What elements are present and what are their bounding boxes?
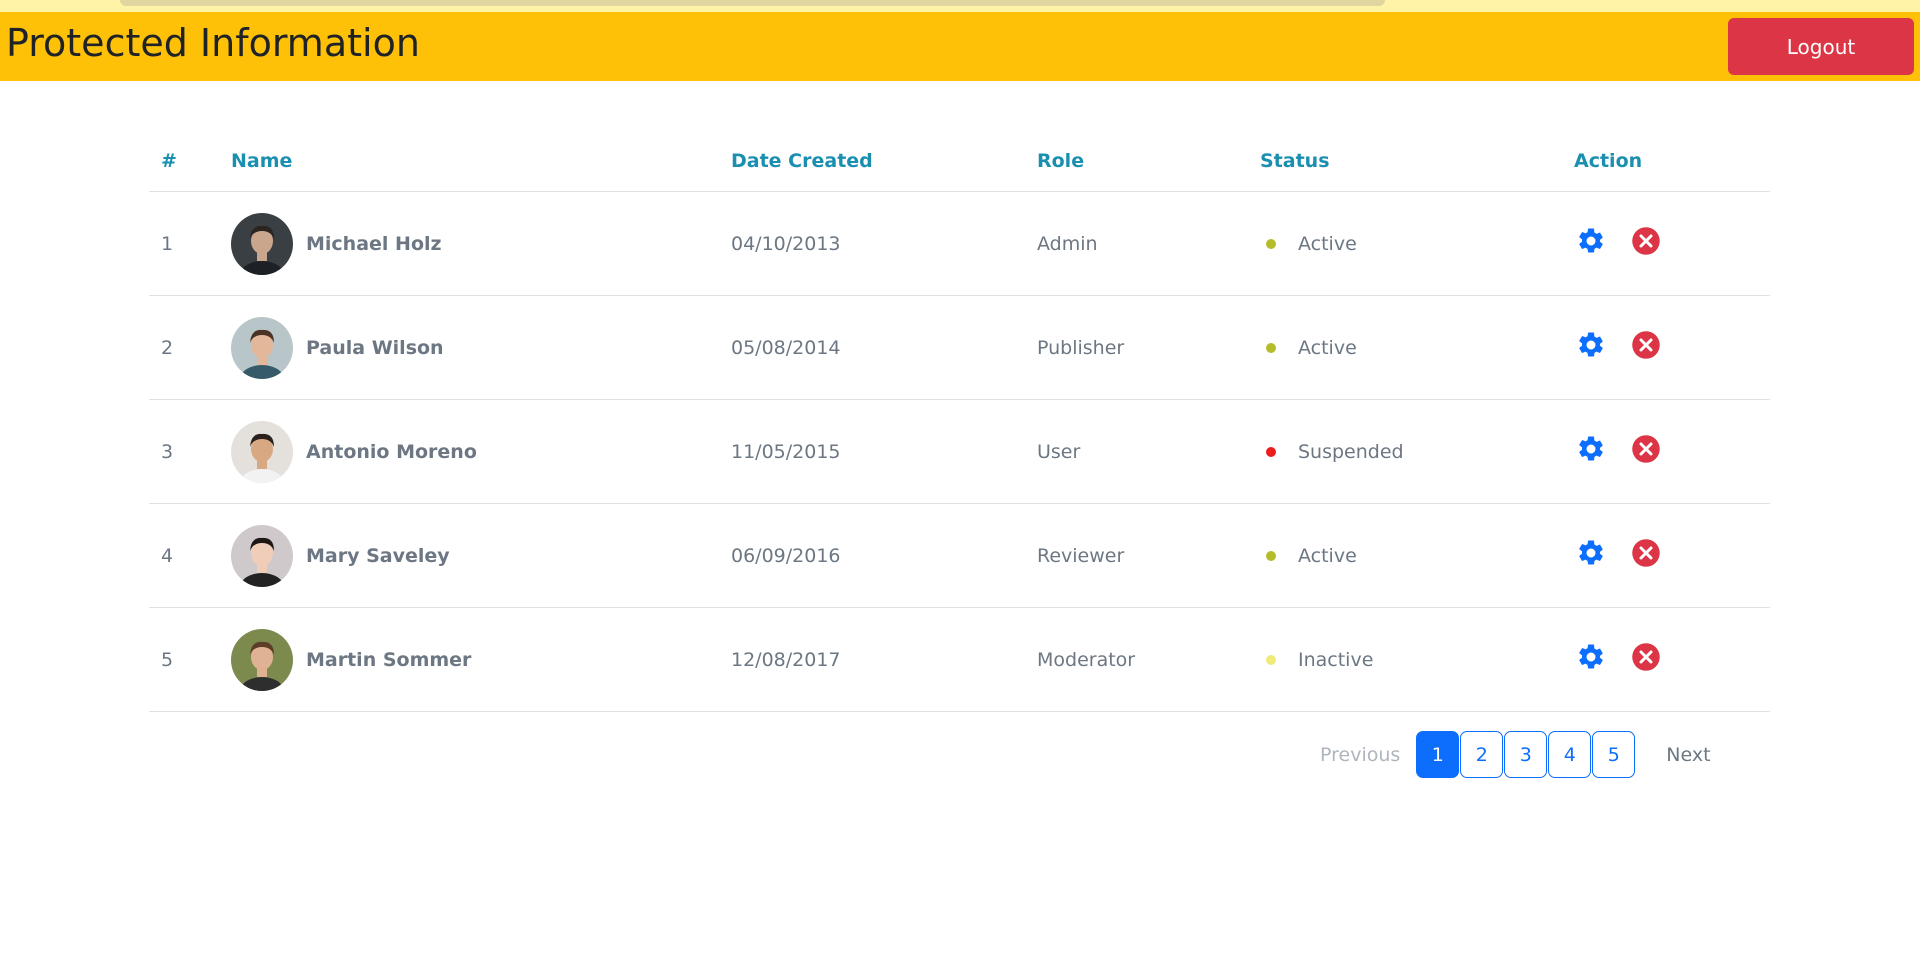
pagination: Previous 1 2 3 4 5 Next xyxy=(1320,731,1711,778)
date-created: 05/08/2014 xyxy=(719,295,1025,400)
date-created: 04/10/2013 xyxy=(719,191,1025,296)
gear-icon xyxy=(1576,538,1606,573)
role: User xyxy=(1025,399,1248,504)
user-name[interactable]: Martin Sommer xyxy=(306,649,471,671)
table-row: 3 Antonio Moreno 11/05/2015 User Suspended xyxy=(149,399,1770,504)
settings-button[interactable] xyxy=(1574,539,1608,573)
status-cell: Active xyxy=(1248,191,1562,296)
avatar xyxy=(231,316,293,379)
user-name[interactable]: Paula Wilson xyxy=(306,337,444,359)
user-name[interactable]: Antonio Moreno xyxy=(306,441,477,463)
status-dot xyxy=(1266,446,1276,457)
previous-page-link[interactable]: Previous xyxy=(1320,744,1400,766)
status-text: Suspended xyxy=(1298,440,1404,463)
gear-icon xyxy=(1576,330,1606,365)
column-header-date-created: Date Created xyxy=(719,131,1025,192)
name-cell: Antonio Moreno xyxy=(219,399,719,504)
status-cell: Active xyxy=(1248,295,1562,400)
status-dot xyxy=(1266,550,1276,561)
column-header-action: Action xyxy=(1562,131,1770,192)
action-cell xyxy=(1562,191,1770,296)
settings-button[interactable] xyxy=(1574,643,1608,677)
status-text: Active xyxy=(1298,544,1357,567)
delete-button[interactable] xyxy=(1629,643,1663,677)
row-number: 3 xyxy=(149,399,219,504)
role: Publisher xyxy=(1025,295,1248,400)
circle-x-icon xyxy=(1631,642,1661,677)
horizontal-scrollbar[interactable] xyxy=(120,0,1385,6)
delete-button[interactable] xyxy=(1629,227,1663,261)
settings-button[interactable] xyxy=(1574,331,1608,365)
name-cell: Martin Sommer xyxy=(219,607,719,712)
status-cell: Active xyxy=(1248,503,1562,608)
table-row: 4 Mary Saveley 06/09/2016 Reviewer Active xyxy=(149,503,1770,608)
table-header-row: # Name Date Created Role Status Action xyxy=(149,131,1770,192)
status-text: Active xyxy=(1298,336,1357,359)
row-number: 4 xyxy=(149,503,219,608)
delete-button[interactable] xyxy=(1629,435,1663,469)
page-link-4[interactable]: 4 xyxy=(1548,731,1592,778)
row-number: 1 xyxy=(149,191,219,296)
column-header-role: Role xyxy=(1025,131,1248,192)
column-header-name: Name xyxy=(219,131,719,192)
user-name[interactable]: Mary Saveley xyxy=(306,545,450,567)
browser-top-strip xyxy=(0,0,1920,12)
status-dot xyxy=(1266,342,1276,353)
page-link-1[interactable]: 1 xyxy=(1416,731,1460,778)
date-created: 11/05/2015 xyxy=(719,399,1025,504)
name-cell: Paula Wilson xyxy=(219,295,719,400)
delete-button[interactable] xyxy=(1629,331,1663,365)
table-row: 1 Michael Holz 04/10/2013 Admin Active xyxy=(149,191,1770,296)
row-number: 2 xyxy=(149,295,219,400)
column-header-status: Status xyxy=(1248,131,1562,192)
name-cell: Mary Saveley xyxy=(219,503,719,608)
next-page-link[interactable]: Next xyxy=(1666,744,1710,766)
action-cell xyxy=(1562,607,1770,712)
table-row: 2 Paula Wilson 05/08/2014 Publisher Active xyxy=(149,295,1770,400)
user-name[interactable]: Michael Holz xyxy=(306,233,442,255)
users-table-container: # Name Date Created Role Status Action 1… xyxy=(149,131,1770,712)
users-table: # Name Date Created Role Status Action 1… xyxy=(149,131,1770,712)
name-cell: Michael Holz xyxy=(219,191,719,296)
circle-x-icon xyxy=(1631,226,1661,261)
page-link-3[interactable]: 3 xyxy=(1504,731,1548,778)
action-cell xyxy=(1562,295,1770,400)
gear-icon xyxy=(1576,434,1606,469)
avatar xyxy=(231,628,293,691)
logout-button[interactable]: Logout xyxy=(1728,18,1914,75)
table-row: 5 Martin Sommer 12/08/2017 Moderator Inactiv… xyxy=(149,607,1770,712)
page-link-2[interactable]: 2 xyxy=(1460,731,1504,778)
settings-button[interactable] xyxy=(1574,227,1608,261)
status-cell: Suspended xyxy=(1248,399,1562,504)
status-dot xyxy=(1266,654,1276,665)
status-text: Active xyxy=(1298,232,1357,255)
page-title: Protected Information xyxy=(6,21,420,65)
status-text: Inactive xyxy=(1298,648,1374,671)
column-header-number: # xyxy=(149,131,219,192)
circle-x-icon xyxy=(1631,538,1661,573)
date-created: 06/09/2016 xyxy=(719,503,1025,608)
status-dot xyxy=(1266,238,1276,249)
page-header: Protected Information Logout xyxy=(0,12,1920,81)
avatar xyxy=(231,212,293,275)
gear-icon xyxy=(1576,642,1606,677)
gear-icon xyxy=(1576,226,1606,261)
settings-button[interactable] xyxy=(1574,435,1608,469)
role: Admin xyxy=(1025,191,1248,296)
avatar xyxy=(231,524,293,587)
circle-x-icon xyxy=(1631,434,1661,469)
circle-x-icon xyxy=(1631,330,1661,365)
delete-button[interactable] xyxy=(1629,539,1663,573)
action-cell xyxy=(1562,399,1770,504)
page-link-5[interactable]: 5 xyxy=(1592,731,1636,778)
role: Moderator xyxy=(1025,607,1248,712)
row-number: 5 xyxy=(149,607,219,712)
status-cell: Inactive xyxy=(1248,607,1562,712)
date-created: 12/08/2017 xyxy=(719,607,1025,712)
action-cell xyxy=(1562,503,1770,608)
role: Reviewer xyxy=(1025,503,1248,608)
avatar xyxy=(231,420,293,483)
